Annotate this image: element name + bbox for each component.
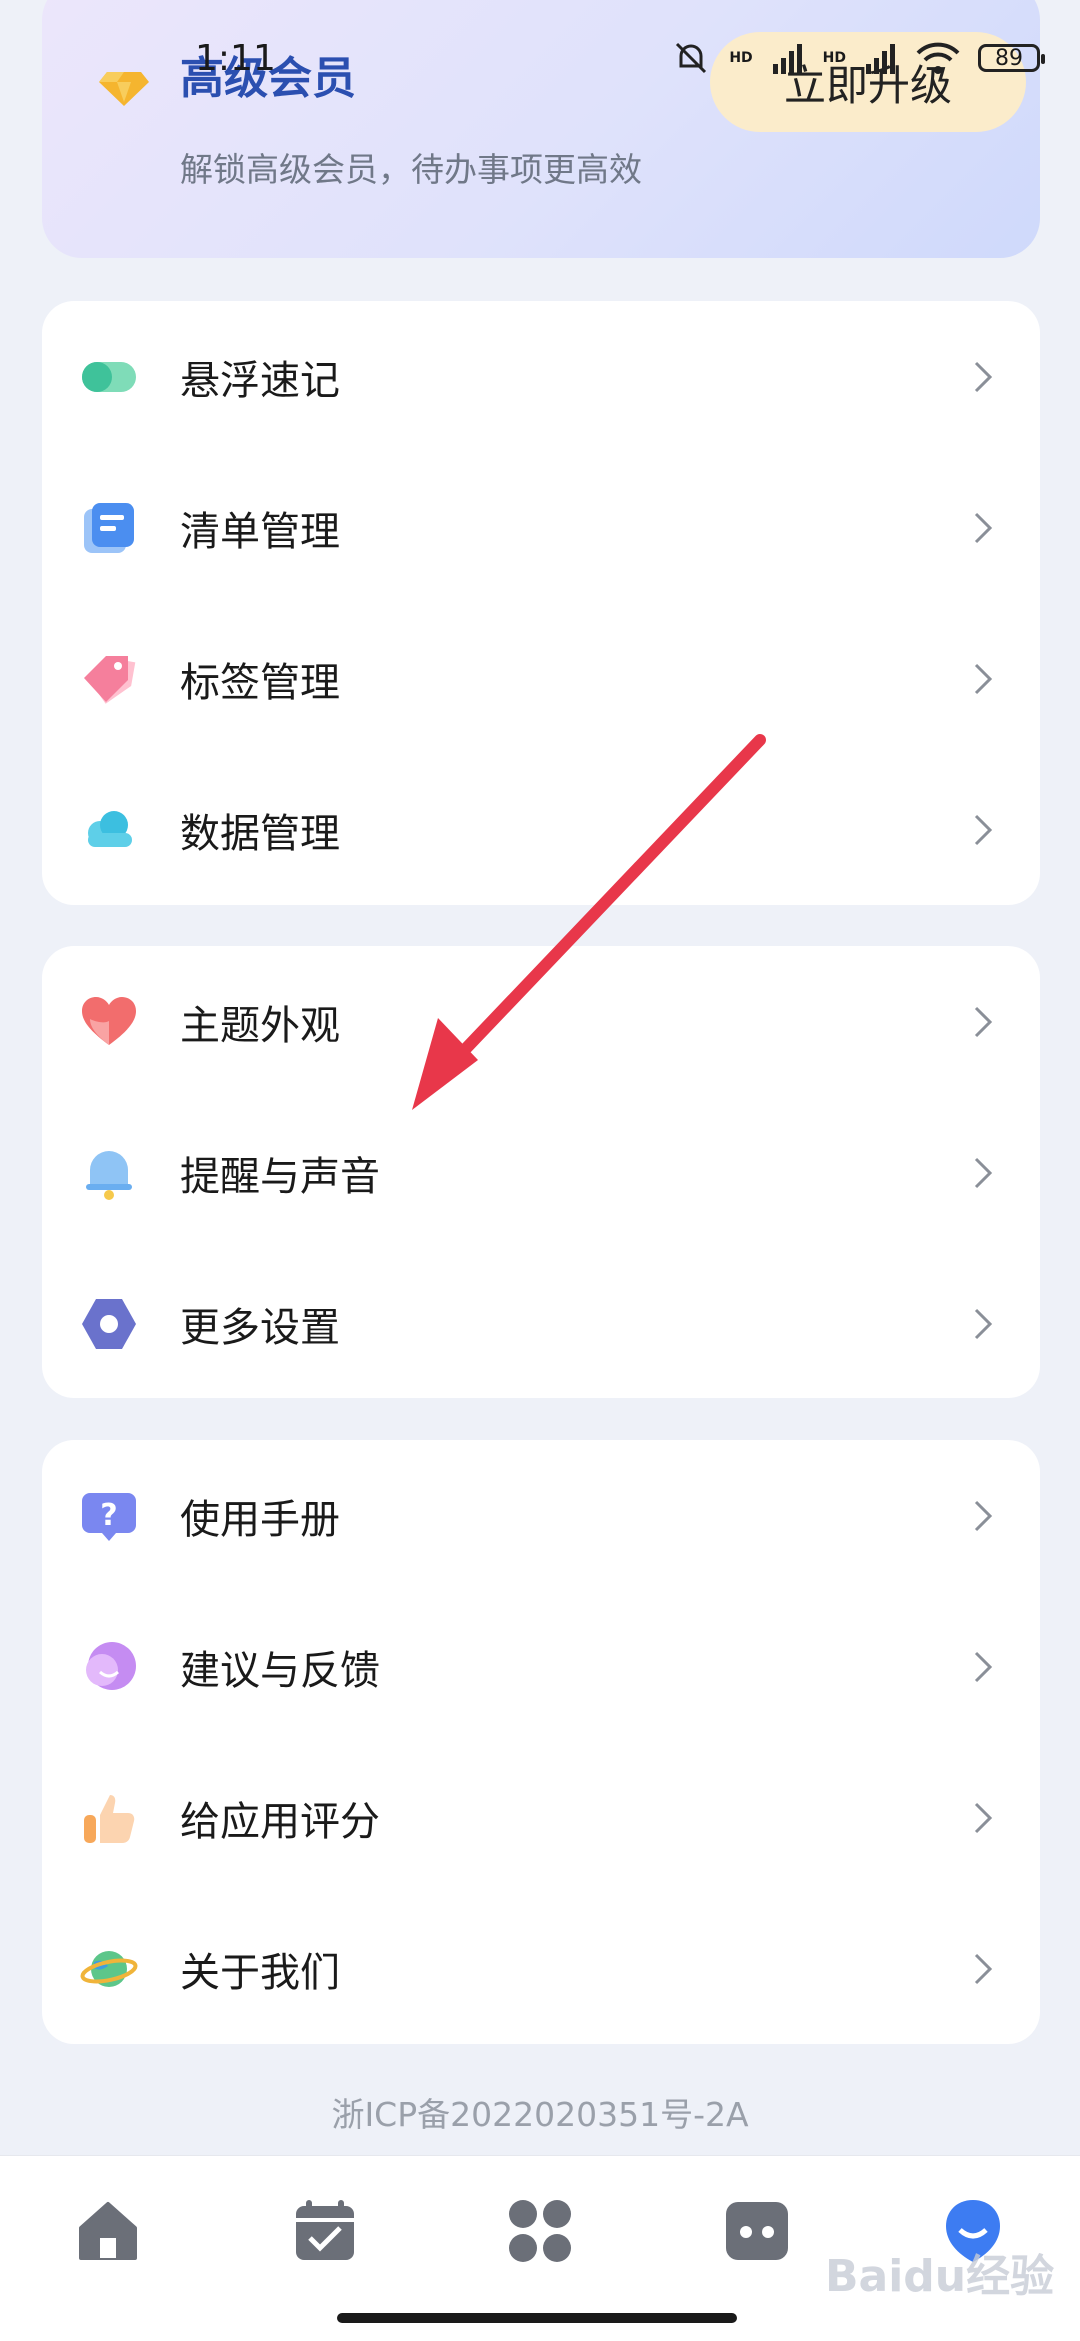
menu-item-reminder-sound[interactable]: 提醒与声音 bbox=[42, 1097, 1040, 1248]
menu-label: 提醒与声音 bbox=[180, 1153, 380, 1200]
planet-icon bbox=[80, 1940, 138, 1998]
network-label-2: HD bbox=[822, 50, 846, 66]
tag-icon bbox=[80, 650, 138, 708]
status-time: 1:11 bbox=[195, 38, 276, 79]
chevron-right-icon bbox=[974, 814, 993, 845]
chevron-right-icon bbox=[974, 1953, 993, 1984]
status-bar: 1:11 HD HD 89 bbox=[0, 0, 1080, 120]
menu-item-floating-note[interactable]: 悬浮速记 bbox=[42, 301, 1040, 452]
chevron-right-icon bbox=[974, 1802, 993, 1833]
menu-label: 数据管理 bbox=[180, 810, 340, 857]
settings-group-2: 主题外观 提醒与声音 更多设置 bbox=[42, 946, 1040, 1398]
menu-item-about-us[interactable]: 关于我们 bbox=[42, 1893, 1040, 2044]
chevron-right-icon bbox=[974, 1308, 993, 1339]
menu-item-rate-app[interactable]: 给应用评分 bbox=[42, 1742, 1040, 1893]
chevron-right-icon bbox=[974, 1006, 993, 1037]
chevron-right-icon bbox=[974, 1157, 993, 1188]
menu-item-feedback[interactable]: 建议与反馈 bbox=[42, 1591, 1040, 1742]
vip-subtitle: 解锁高级会员，待办事项更高效 bbox=[180, 150, 642, 189]
status-icons: HD HD 89 bbox=[671, 38, 1045, 78]
menu-label: 更多设置 bbox=[180, 1304, 340, 1351]
home-indicator[interactable] bbox=[337, 2313, 737, 2323]
hexagon-gear-icon bbox=[80, 1295, 138, 1353]
question-bubble-icon: ? bbox=[80, 1487, 138, 1545]
settings-group-3: ? 使用手册 建议与反馈 给应用评分 关于我们 bbox=[42, 1440, 1040, 2044]
battery-level: 89 bbox=[995, 45, 1023, 71]
heart-icon bbox=[80, 993, 138, 1051]
floating-note-icon bbox=[80, 348, 138, 406]
menu-item-theme[interactable]: 主题外观 bbox=[42, 946, 1040, 1097]
list-icon bbox=[80, 499, 138, 557]
signal-icon-2 bbox=[866, 44, 895, 74]
mute-bell-icon bbox=[676, 42, 707, 74]
chevron-right-icon bbox=[974, 1651, 993, 1682]
menu-item-data-management[interactable]: 数据管理 bbox=[42, 754, 1040, 905]
svg-text:?: ? bbox=[100, 1498, 117, 1533]
menu-item-more-settings[interactable]: 更多设置 bbox=[42, 1248, 1040, 1399]
chevron-right-icon bbox=[974, 361, 993, 392]
home-icon[interactable] bbox=[73, 2196, 143, 2266]
menu-label: 清单管理 bbox=[180, 508, 340, 555]
watermark: Baidu经验 bbox=[825, 2251, 1055, 2302]
menu-item-user-manual[interactable]: ? 使用手册 bbox=[42, 1440, 1040, 1591]
wifi-icon bbox=[916, 42, 960, 74]
menu-label: 建议与反馈 bbox=[180, 1647, 380, 1694]
menu-item-tag-management[interactable]: 标签管理 bbox=[42, 603, 1040, 754]
menu-label: 主题外观 bbox=[180, 1002, 340, 1049]
menu-label: 使用手册 bbox=[180, 1496, 340, 1543]
menu-item-list-management[interactable]: 清单管理 bbox=[42, 452, 1040, 603]
calendar-check-icon[interactable] bbox=[290, 2196, 360, 2266]
chevron-right-icon bbox=[974, 663, 993, 694]
menu-label: 悬浮速记 bbox=[180, 357, 340, 404]
icp-footer: 浙ICP备2022020351号-2A bbox=[331, 2095, 749, 2134]
robot-icon[interactable] bbox=[722, 2196, 792, 2266]
thumbs-up-icon bbox=[80, 1789, 138, 1847]
settings-group-1: 悬浮速记 清单管理 标签管理 数据管理 bbox=[42, 301, 1040, 905]
chevron-right-icon bbox=[974, 512, 993, 543]
network-label-1: HD bbox=[729, 50, 753, 66]
menu-label: 给应用评分 bbox=[180, 1798, 380, 1845]
bell-icon bbox=[80, 1144, 138, 1202]
menu-label: 标签管理 bbox=[180, 659, 340, 706]
menu-label: 关于我们 bbox=[180, 1949, 340, 1996]
signal-icon-1 bbox=[772, 44, 802, 74]
chevron-right-icon bbox=[974, 1500, 993, 1531]
chat-bubble-icon bbox=[80, 1638, 138, 1696]
cloud-icon bbox=[80, 801, 138, 859]
battery-indicator: 89 bbox=[978, 44, 1045, 72]
apps-grid-icon[interactable] bbox=[505, 2196, 575, 2266]
